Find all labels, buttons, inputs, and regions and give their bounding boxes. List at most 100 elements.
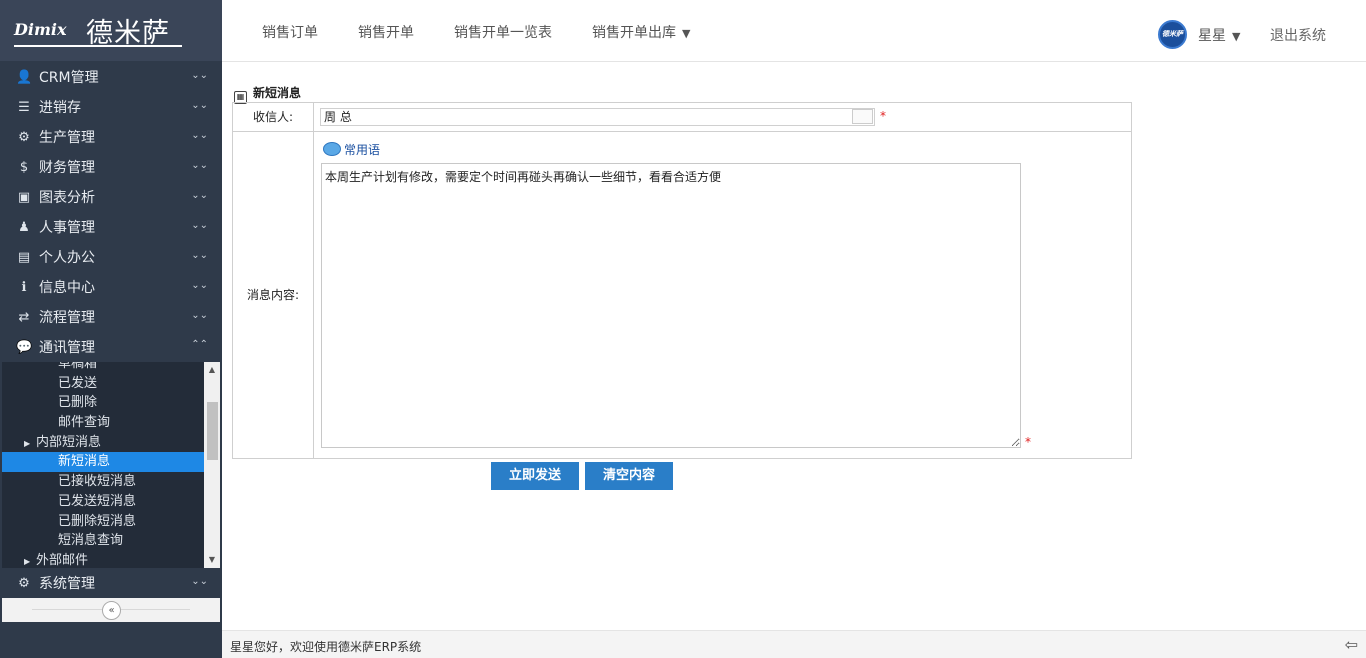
content-row: 消息内容: 常用语 * [233,132,1131,458]
chevron-down-icon: ⌄⌄ [191,576,208,587]
sidebar-item-label: 进销存 [39,100,81,116]
page-title: ▦ 新短消息 [234,84,301,104]
sidebar-item-label: CRM管理 [39,70,99,86]
chevron-down-icon: ⌄⌄ [191,280,208,291]
message-textarea[interactable] [321,163,1021,448]
info-icon: ℹ [21,279,27,295]
user-menu[interactable]: 星星 ▼ [1198,25,1240,45]
avatar[interactable]: 德米萨 [1158,20,1187,49]
sidebar-item-label: 流程管理 [39,310,95,326]
exchange-icon: ⇄ [18,309,30,325]
submenu-item[interactable]: 已接收短消息 [2,472,204,492]
caret-right-icon: ▶ [24,438,31,448]
submenu-item[interactable]: 短消息查询 [2,531,204,551]
sidebar-item-label: 信息中心 [39,280,95,296]
sidebar: Dimix 德米萨 👤 CRM管理 ⌄⌄ ☰ 进销存 ⌄⌄ ⚙ 生产管理 ⌄⌄ $ 财务管理 ⌄⌄ ▣ 图… [0,0,222,658]
submenu-label: 已删除短消息 [58,513,137,529]
collapse-sidebar-icon[interactable]: « [102,601,121,620]
sidebar-item-label: 系统管理 [39,576,95,592]
logo-text-en: Dimix [14,20,67,39]
submenu-scrollbar[interactable]: ▲ ▼ [204,362,220,568]
submenu-group[interactable]: ▶ 内部短消息 [2,433,204,453]
page-title-text: 新短消息 [253,86,302,100]
chevron-up-icon: ⌃⌃ [191,339,208,350]
submenu-label: 已接收短消息 [58,474,137,490]
nav-sales-order[interactable]: 销售订单 [262,22,318,42]
scrollbar-thumb[interactable] [207,402,218,460]
sidebar-item-system[interactable]: ⚙ 系统管理 ⌄⌄ [2,568,220,598]
speech-bubble-icon [323,142,341,156]
chevron-down-icon: ⌄⌄ [191,250,208,261]
submenu-label: 内部短消息 [36,434,102,450]
sidebar-item-label: 生产管理 [39,130,95,146]
logout-link[interactable]: 退出系统 [1270,25,1326,45]
nav-sales-invoice-outbound[interactable]: 销售开单出库 ▼ [592,22,690,42]
submenu-label: 新短消息 [58,454,111,470]
sidebar-item-2[interactable]: ⚙ 生产管理 ⌄⌄ [2,122,220,152]
submenu-item[interactable]: 已删除短消息 [2,512,204,532]
list-icon: ☰ [18,99,30,115]
submenu-item[interactable]: 已发送 [2,374,204,394]
recipient-row: 收信人: 周 总 * [233,103,1131,132]
dollar-icon: $ [19,159,29,175]
sidebar-item-7[interactable]: ℹ 信息中心 ⌄⌄ [2,272,220,302]
submenu-item[interactable]: 已发送短消息 [2,492,204,512]
chevron-down-icon: ⌄⌄ [191,220,208,231]
submenu-item[interactable]: 草稿箱 [2,362,204,374]
sidebar-item-0[interactable]: 👤 CRM管理 ⌄⌄ [2,62,220,92]
sidebar-item-4[interactable]: ▣ 图表分析 ⌄⌄ [2,182,220,212]
sidebar-collapse-bar: « [2,598,220,622]
new-message-form: 收信人: 周 总 * 消息内容: 常用语 * [232,102,1132,459]
sidebar-item-label: 人事管理 [39,220,95,236]
recipient-picker-button[interactable] [852,109,873,124]
required-mark: * [1025,435,1031,449]
submenu-item[interactable]: 已删除 [2,393,204,413]
sidebar-item-label: 图表分析 [39,190,95,206]
sidebar-item-system-row[interactable]: ⚙ 系统管理 ⌄⌄ [2,568,220,598]
footer: 星星您好，欢迎使用德米萨ERP系统 ⇦ [222,630,1366,658]
caret-down-icon: ▼ [682,27,691,40]
nav-sales-invoice-list[interactable]: 销售开单一览表 [454,22,552,42]
gear-icon: ⚙ [18,575,30,591]
submenu-group[interactable]: ▶ 外部邮件 [2,551,204,568]
submenu-label: 已发送 [58,375,98,391]
recipient-input[interactable]: 周 总 [320,108,875,126]
sidebar-item-9[interactable]: 💬 通讯管理 ⌃⌃ [2,332,220,362]
submenu-label: 邮件查询 [58,415,111,431]
sidebar-item-label: 通讯管理 [39,340,95,356]
sidebar-item-1[interactable]: ☰ 进销存 ⌄⌄ [2,92,220,122]
submenu-list: 草稿箱 已发送已删除邮件查询 ▶ 内部短消息新短消息已接收短消息 已发送短消息 已删除短消… [2,362,204,568]
user-icon: 👤 [16,69,33,85]
submenu-label: 短消息查询 [58,533,124,549]
caret-down-icon: ▼ [1232,30,1241,43]
submenu-label: 已发送短消息 [58,493,137,509]
sidebar-menu: 👤 CRM管理 ⌄⌄ ☰ 进销存 ⌄⌄ ⚙ 生产管理 ⌄⌄ $ 财务管理 ⌄⌄ ▣ 图表分析 ⌄⌄ ♟ 人事管理… [2,62,220,362]
chevron-down-icon: ⌄⌄ [191,100,208,111]
common-phrases-link[interactable]: 常用语 [323,141,380,158]
chat-icon: 💬 [16,339,33,355]
submenu-label: 已删除 [58,395,98,411]
back-arrow-icon[interactable]: ⇦ [1345,635,1358,654]
sidebar-item-3[interactable]: $ 财务管理 ⌄⌄ [2,152,220,182]
sidebar-item-5[interactable]: ♟ 人事管理 ⌄⌄ [2,212,220,242]
clear-button[interactable]: 清空内容 [585,462,673,490]
recipient-label: 收信人: [233,103,314,131]
nav-sales-invoice[interactable]: 销售开单 [358,22,414,42]
required-mark: * [880,109,886,123]
sidebar-item-label: 个人办公 [39,250,95,266]
submenu-item[interactable]: 新短消息 [2,452,204,473]
gears-icon: ⚙ [18,129,30,145]
send-button[interactable]: 立即发送 [491,462,579,490]
sidebar-item-6[interactable]: ▤ 个人办公 ⌄⌄ [2,242,220,272]
user-name: 星星 [1198,28,1226,44]
common-phrases-label: 常用语 [344,143,381,157]
sidebar-item-8[interactable]: ⇄ 流程管理 ⌄⌄ [2,302,220,332]
chevron-down-icon: ⌄⌄ [191,130,208,141]
logo: Dimix 德米萨 [0,0,222,61]
scroll-up-icon[interactable]: ▲ [204,362,220,378]
submenu-label: 外部邮件 [36,552,89,568]
content-label: 消息内容: [233,132,314,458]
scroll-down-icon[interactable]: ▼ [204,552,220,568]
submenu-item[interactable]: 邮件查询 [2,413,204,433]
submenu-communication: 草稿箱 已发送已删除邮件查询 ▶ 内部短消息新短消息已接收短消息 已发送短消息 已删除短消… [2,362,220,568]
